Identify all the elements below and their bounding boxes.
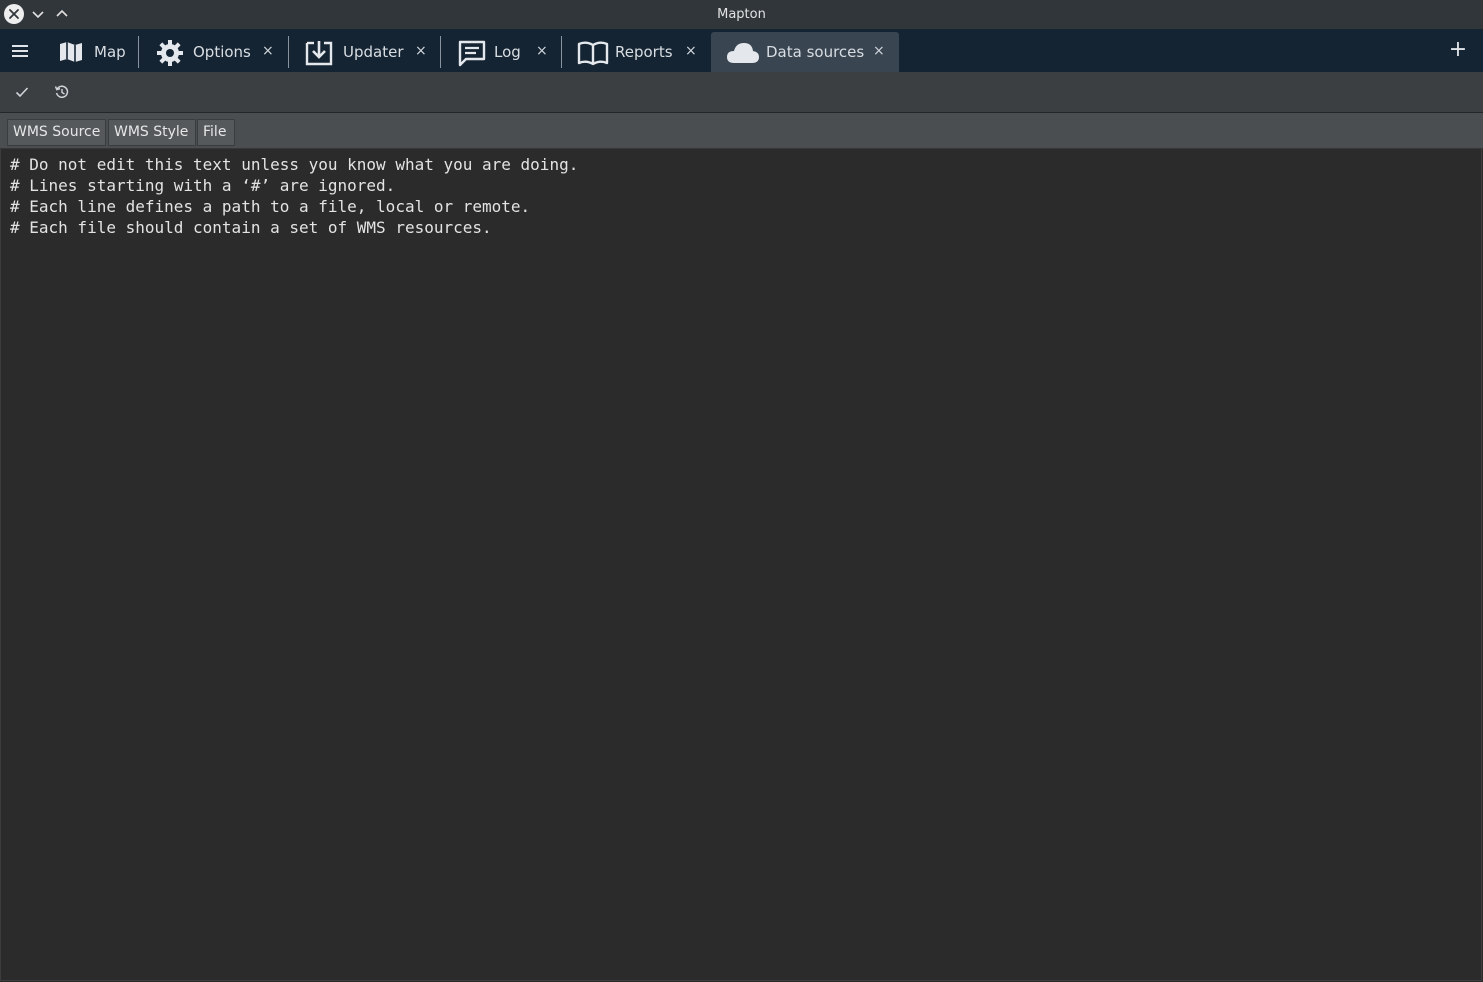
tab-bar: Map Options × Updater × Log × Reports × …: [0, 29, 1483, 72]
tab-log[interactable]: Log ×: [441, 32, 561, 72]
tab-map[interactable]: Map: [46, 32, 138, 72]
subtab-file[interactable]: File: [197, 119, 235, 146]
tab-label: Reports: [615, 43, 673, 61]
app-window: Mapton Map Options × Updater × Log × Rep…: [0, 0, 1483, 982]
hamburger-icon: [12, 45, 28, 57]
tab-close-button[interactable]: ×: [262, 43, 274, 59]
book-icon: [577, 40, 609, 66]
tab-reports[interactable]: Reports ×: [562, 32, 710, 72]
editor-line: # Each file should contain a set of WMS …: [10, 218, 492, 237]
tab-label: Updater: [343, 43, 404, 61]
cloud-icon: [726, 42, 760, 64]
tab-options[interactable]: Options ×: [139, 32, 288, 72]
restore-icon: [54, 85, 69, 98]
download-icon: [304, 39, 334, 67]
toolbar: [0, 72, 1483, 113]
tab-label: Log: [494, 43, 521, 61]
restore-button[interactable]: [52, 83, 72, 101]
tab-label: Options: [193, 43, 251, 61]
chat-icon: [457, 39, 487, 67]
tab-close-button[interactable]: ×: [873, 43, 885, 59]
tab-label: Data sources: [766, 43, 865, 61]
map-icon: [58, 40, 84, 64]
gear-icon: [156, 39, 184, 67]
tab-close-button[interactable]: ×: [536, 43, 548, 59]
tab-data-sources[interactable]: Data sources ×: [711, 32, 899, 72]
editor-line: # Each line defines a path to a file, lo…: [10, 197, 531, 216]
tab-label: Map: [94, 43, 126, 61]
window-title: Mapton: [717, 7, 766, 22]
text-editor[interactable]: # Do not edit this text unless you know …: [0, 149, 1482, 981]
editor-line: # Do not edit this text unless you know …: [10, 155, 579, 174]
subtab-wms-source[interactable]: WMS Source: [7, 119, 106, 146]
apply-button[interactable]: [12, 83, 32, 101]
editor-line: # Lines starting with a ‘#’ are ignored.: [10, 176, 396, 195]
tab-close-button[interactable]: ×: [415, 43, 427, 59]
title-bar: Mapton: [0, 0, 1483, 29]
hamburger-menu-button[interactable]: [10, 42, 30, 60]
add-tab-button[interactable]: +: [1448, 39, 1468, 61]
tab-updater[interactable]: Updater ×: [289, 32, 440, 72]
subtab-bar: WMS Source WMS Style File: [0, 113, 1483, 149]
subtab-wms-style[interactable]: WMS Style: [108, 119, 196, 146]
checkmark-icon: [15, 87, 29, 98]
tab-close-button[interactable]: ×: [685, 43, 697, 59]
